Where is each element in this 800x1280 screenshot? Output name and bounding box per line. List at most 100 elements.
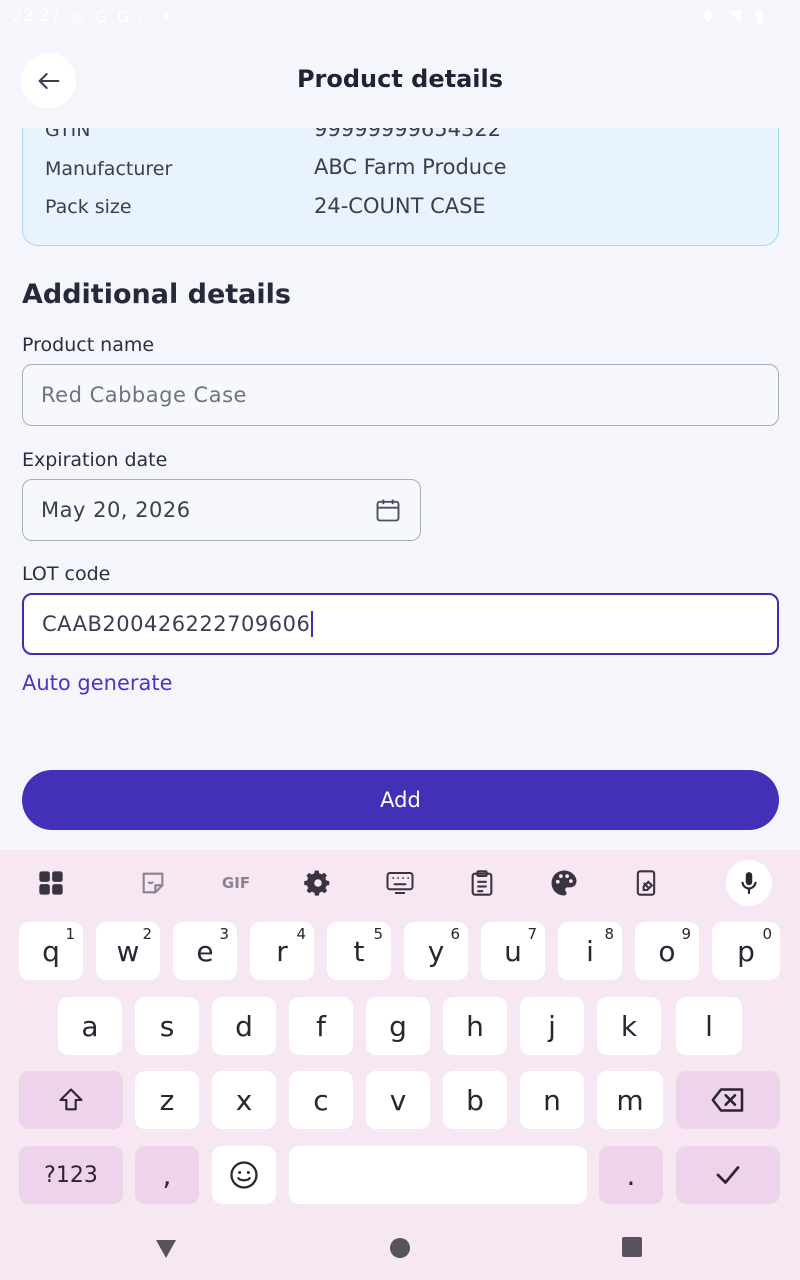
microphone-icon	[741, 872, 757, 894]
key-l[interactable]: l	[676, 997, 742, 1055]
key-hint: 8	[604, 925, 614, 943]
key-j[interactable]: j	[520, 997, 584, 1055]
expiration-date-value: May 20, 2026	[41, 498, 191, 522]
gif-icon[interactable]: GIF	[218, 867, 254, 899]
key-w[interactable]: w2	[96, 922, 160, 980]
auto-generate-link[interactable]: Auto generate	[22, 671, 173, 695]
info-label: Manufacturer	[45, 158, 173, 180]
key-p[interactable]: p0	[712, 922, 780, 980]
key-label: q	[42, 934, 60, 968]
product-name-input[interactable]: Red Cabbage Case	[22, 364, 779, 426]
key-i[interactable]: i8	[558, 922, 622, 980]
key-label: u	[504, 934, 522, 968]
text-caret	[311, 611, 314, 637]
key-z[interactable]: z	[135, 1071, 199, 1129]
shift-key[interactable]	[19, 1071, 123, 1129]
key-b[interactable]: b	[443, 1071, 507, 1129]
phone-edit-icon[interactable]	[630, 867, 662, 899]
microphone-button[interactable]	[726, 860, 772, 906]
info-value: 24-COUNT CASE	[314, 194, 486, 218]
comma-key[interactable]: ,	[135, 1146, 199, 1204]
product-name-placeholder: Red Cabbage Case	[41, 383, 247, 407]
google-icon: G	[117, 6, 130, 26]
emoji-key[interactable]	[212, 1146, 276, 1204]
section-title: Additional details	[22, 279, 291, 310]
key-hint: 7	[527, 925, 537, 943]
key-g[interactable]: g	[366, 997, 430, 1055]
status-bar: 22:27 ◎ G G ▷ • ✱ ◥ ▮	[0, 0, 800, 32]
key-f[interactable]: f	[289, 997, 353, 1055]
key-a[interactable]: a	[58, 997, 122, 1055]
space-key[interactable]	[289, 1146, 587, 1204]
key-hint: 3	[219, 925, 229, 943]
key-m[interactable]: m	[597, 1071, 663, 1129]
emoji-icon	[230, 1161, 258, 1189]
key-n[interactable]: n	[520, 1071, 584, 1129]
key-s[interactable]: s	[135, 997, 199, 1055]
key-e[interactable]: e3	[173, 922, 237, 980]
symbols-key[interactable]: ?123	[19, 1146, 123, 1204]
key-hint: 0	[762, 925, 772, 943]
key-label: i	[586, 934, 594, 968]
wifi-icon: ◥	[728, 6, 742, 25]
nav-home-icon[interactable]	[388, 1236, 412, 1260]
page-title: Product details	[296, 65, 504, 93]
key-u[interactable]: u7	[481, 922, 545, 980]
key-label: o	[658, 934, 676, 968]
key-t[interactable]: t5	[327, 922, 391, 980]
info-value: ABC Farm Produce	[314, 155, 507, 179]
clipboard-icon[interactable]	[466, 867, 498, 899]
key-hint: 2	[142, 925, 152, 943]
expiration-date-label: Expiration date	[22, 449, 168, 471]
key-label: e	[196, 934, 214, 968]
key-hint: 5	[373, 925, 383, 943]
nav-back-icon[interactable]	[154, 1236, 178, 1260]
nav-recents-icon[interactable]	[621, 1236, 643, 1258]
key-label: t	[353, 934, 365, 968]
key-h[interactable]: h	[443, 997, 507, 1055]
calendar-icon[interactable]	[374, 496, 402, 524]
notification-icon: ◎	[71, 6, 85, 26]
key-q[interactable]: q1	[19, 922, 83, 980]
key-o[interactable]: o9	[635, 922, 699, 980]
add-button[interactable]: Add	[22, 770, 779, 830]
gear-icon[interactable]	[302, 867, 334, 899]
info-label: Pack size	[45, 196, 132, 218]
key-x[interactable]: x	[212, 1071, 276, 1129]
key-d[interactable]: d	[212, 997, 276, 1055]
period-key[interactable]: .	[599, 1146, 663, 1204]
key-k[interactable]: k	[597, 997, 661, 1055]
key-r[interactable]: r4	[250, 922, 314, 980]
expiration-date-field[interactable]: May 20, 2026	[22, 479, 421, 541]
google-icon: G	[94, 6, 108, 26]
battery-icon: ▮	[755, 6, 764, 25]
check-icon	[716, 1166, 740, 1184]
key-c[interactable]: c	[289, 1071, 353, 1129]
key-hint: 4	[296, 925, 306, 943]
keyboard-icon[interactable]	[384, 867, 416, 899]
key-hint: 9	[681, 925, 691, 943]
palette-icon[interactable]	[548, 867, 580, 899]
product-name-label: Product name	[22, 334, 155, 356]
key-label: r	[276, 934, 288, 968]
backspace-key[interactable]	[676, 1071, 780, 1129]
lot-code-label: LOT code	[22, 563, 111, 585]
shift-icon	[59, 1088, 83, 1111]
key-y[interactable]: y6	[404, 922, 468, 980]
app-bar: Product details	[0, 32, 800, 128]
system-nav-bar	[0, 1220, 800, 1280]
dot-icon: •	[162, 6, 172, 26]
key-label: y	[427, 934, 445, 968]
play-icon: ▷	[139, 6, 153, 26]
status-time: 22:27	[12, 6, 61, 26]
key-hint: 1	[65, 925, 75, 943]
lot-code-input[interactable]: CAAB200426222709606	[22, 593, 779, 655]
lot-code-value: CAAB200426222709606	[42, 612, 311, 636]
soft-keyboard: GIF q1 w2 e3 r4 t5 y6 u7 i8 o9 p0 a s d …	[0, 850, 800, 1280]
key-label: w	[116, 934, 140, 968]
key-v[interactable]: v	[366, 1071, 430, 1129]
apps-grid-icon[interactable]	[35, 867, 67, 899]
bluetooth-icon: ✱	[701, 6, 715, 25]
enter-key[interactable]	[676, 1146, 780, 1204]
sticker-icon[interactable]	[137, 867, 169, 899]
